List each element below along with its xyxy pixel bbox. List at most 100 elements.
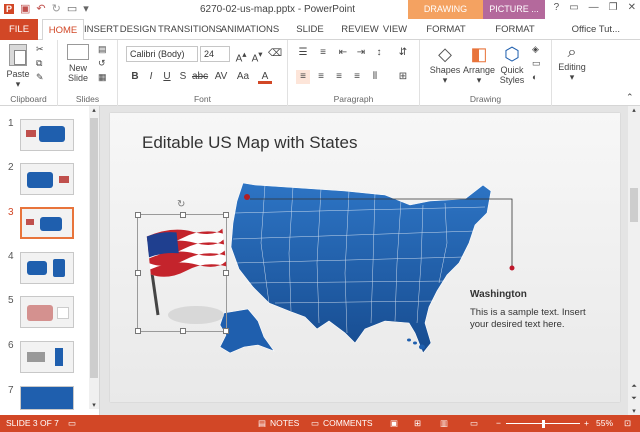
underline-icon[interactable]: U	[160, 70, 174, 84]
slide-thumbnail-selected[interactable]	[20, 207, 74, 239]
tab-insert[interactable]: INSERT	[84, 19, 119, 40]
resize-handle[interactable]	[180, 328, 186, 334]
collapse-ribbon-icon[interactable]: ⌃	[626, 92, 634, 103]
zoom-in-icon[interactable]: +	[584, 415, 589, 432]
align-center-icon[interactable]: ≡	[314, 70, 328, 84]
zoom-slider-thumb[interactable]	[542, 420, 545, 428]
rotate-handle-icon[interactable]: ↻	[177, 199, 185, 210]
paste-button[interactable]: Paste ▾	[4, 44, 32, 90]
tab-home[interactable]: HOME	[42, 19, 84, 41]
resize-handle[interactable]	[223, 270, 229, 276]
account-name[interactable]: Office Tut...	[572, 19, 620, 40]
resize-handle[interactable]	[223, 328, 229, 334]
shapes-button[interactable]: ◇ Shapes ▾	[428, 44, 462, 86]
tab-file[interactable]: FILE	[0, 19, 38, 40]
fit-slide-icon[interactable]: ⊡	[624, 415, 631, 432]
reading-view-icon[interactable]: ▥	[440, 415, 448, 432]
slide-thumbnail[interactable]	[20, 252, 74, 284]
resize-handle[interactable]	[135, 212, 141, 218]
font-family-select[interactable]: Calibri (Body)	[126, 46, 198, 62]
shape-effects-icon[interactable]: ◐	[532, 72, 537, 82]
font-color-icon[interactable]: A	[258, 70, 272, 84]
comments-button[interactable]: COMMENTS	[323, 415, 373, 432]
redo-icon[interactable]: ↻	[52, 2, 61, 15]
flag-picture-selection[interactable]: ↻	[135, 199, 229, 334]
cut-icon[interactable]: ✂	[36, 44, 44, 55]
shape-outline-icon[interactable]: ▭	[532, 58, 541, 69]
align-right-icon[interactable]: ≡	[332, 70, 346, 84]
tab-animations[interactable]: ANIMATIONS	[220, 19, 280, 40]
state-description[interactable]: This is a sample text. Insert your desir…	[470, 307, 600, 331]
close-icon[interactable]: ✕	[628, 2, 636, 13]
scroll-down-icon[interactable]: ▾	[628, 407, 640, 415]
zoom-out-icon[interactable]: −	[496, 415, 501, 432]
restore-icon[interactable]: ❐	[609, 2, 618, 13]
tab-view[interactable]: VIEW	[381, 19, 409, 40]
text-direction-icon[interactable]: ⇵	[396, 46, 410, 60]
change-case-icon[interactable]: Aa	[236, 70, 250, 84]
spellcheck-icon[interactable]: ▭	[68, 415, 76, 432]
scroll-up-icon[interactable]: ▴	[628, 106, 640, 114]
arrange-button[interactable]: ◧ Arrange ▾	[462, 44, 496, 86]
thumbnails-scrollbar[interactable]: ▴ ▾	[89, 106, 99, 409]
slideshow-view-icon[interactable]: ▭	[470, 415, 478, 432]
section-icon[interactable]: ▦	[98, 72, 107, 83]
customize-qat-icon[interactable]: ▾	[83, 2, 89, 15]
italic-icon[interactable]: I	[144, 70, 158, 84]
numbering-icon[interactable]: ≡	[316, 46, 330, 60]
columns-icon[interactable]: ⫴	[368, 70, 382, 84]
smartart-icon[interactable]: ⊞	[396, 70, 410, 84]
grow-font-icon[interactable]: A▴	[234, 47, 248, 64]
resize-handle[interactable]	[180, 212, 186, 218]
save-icon[interactable]: ▣	[20, 2, 30, 15]
justify-icon[interactable]: ≡	[350, 70, 364, 84]
reset-icon[interactable]: ↺	[98, 58, 106, 69]
powerpoint-icon[interactable]: P	[4, 3, 15, 14]
ribbon-options-icon[interactable]: ▭	[569, 2, 578, 13]
prev-slide-icon[interactable]: ⏶	[628, 383, 640, 391]
shadow-icon[interactable]: S	[176, 70, 190, 84]
slide-title[interactable]: Editable US Map with States	[142, 133, 357, 153]
new-slide-button[interactable]: New Slide	[64, 44, 92, 83]
shrink-font-icon[interactable]: A▾	[250, 47, 264, 64]
notes-icon[interactable]: ▤	[258, 415, 266, 432]
resize-handle[interactable]	[135, 270, 141, 276]
minimize-icon[interactable]: —	[589, 2, 599, 13]
slide-thumbnail[interactable]	[20, 163, 74, 195]
scroll-up-icon[interactable]: ▴	[89, 106, 99, 114]
clear-formatting-icon[interactable]: ⌫	[268, 47, 282, 61]
next-slide-icon[interactable]: ⏷	[628, 395, 640, 403]
strikethrough-icon[interactable]: abc	[192, 70, 208, 84]
tab-slide-show[interactable]: SLIDE SHOW	[282, 19, 338, 56]
layout-icon[interactable]: ▤	[98, 44, 107, 55]
align-left-icon[interactable]: ≡	[296, 70, 310, 84]
normal-view-icon[interactable]: ▣	[390, 415, 398, 432]
slide-thumbnail[interactable]	[20, 386, 74, 410]
hawaii-map[interactable]	[406, 337, 430, 353]
undo-icon[interactable]: ↶	[36, 2, 45, 15]
slide-scrollbar[interactable]: ▴ ⏶ ⏷ ▾	[628, 106, 640, 415]
tab-design[interactable]: DESIGN	[119, 19, 157, 40]
comments-icon[interactable]: ▭	[311, 415, 319, 432]
font-size-select[interactable]: 24	[200, 46, 230, 62]
tab-format-drawing[interactable]: FORMAT	[415, 19, 477, 40]
shape-fill-icon[interactable]: ◈	[532, 44, 539, 55]
copy-icon[interactable]: ⧉	[36, 58, 42, 69]
format-painter-icon[interactable]: ✎	[36, 72, 44, 83]
line-spacing-icon[interactable]: ↕	[372, 46, 386, 60]
slide[interactable]: Editable US Map with States ↻ Washington…	[110, 113, 620, 402]
slide-thumbnail[interactable]	[20, 341, 74, 373]
help-icon[interactable]: ?	[554, 2, 560, 13]
tab-format-picture[interactable]: FORMAT	[487, 19, 543, 40]
state-name-label[interactable]: Washington	[470, 289, 527, 300]
slide-thumbnail[interactable]	[20, 119, 74, 151]
quick-styles-button[interactable]: ⬡ Quick Styles	[496, 44, 528, 85]
resize-handle[interactable]	[223, 212, 229, 218]
increase-indent-icon[interactable]: ⇥	[354, 46, 368, 60]
scroll-thumb[interactable]	[90, 118, 98, 378]
bullets-icon[interactable]: ☰	[296, 46, 310, 60]
zoom-level[interactable]: 55%	[596, 415, 613, 432]
char-spacing-icon[interactable]: AV	[214, 70, 228, 84]
slide-thumbnail[interactable]	[20, 296, 74, 328]
notes-button[interactable]: NOTES	[270, 415, 299, 432]
